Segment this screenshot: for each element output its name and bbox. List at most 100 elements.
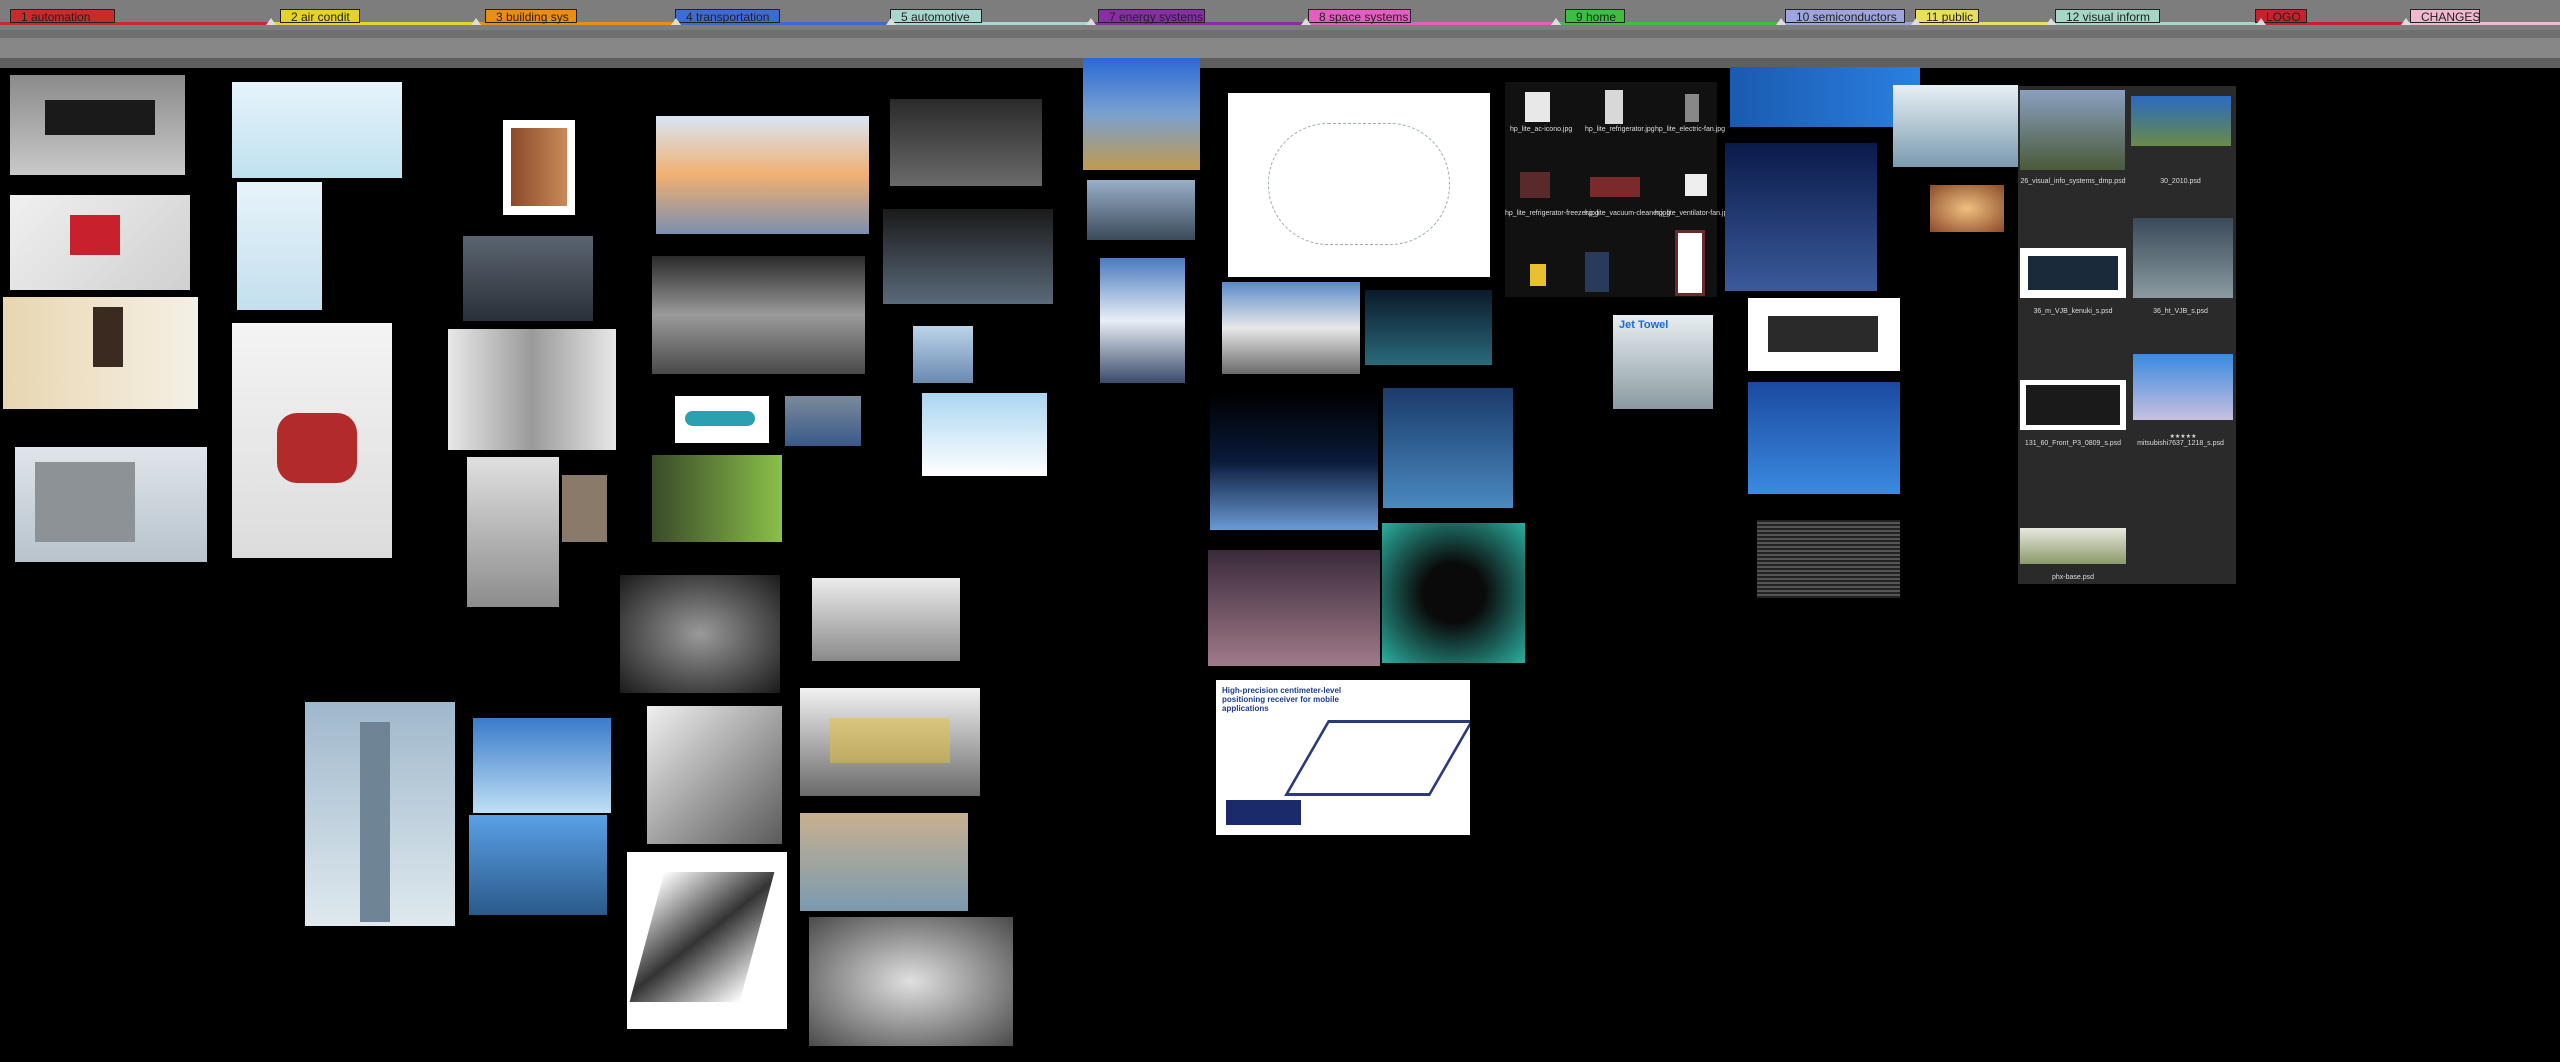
- space-mirror-image[interactable]: [1365, 290, 1492, 365]
- thumb-caption: phx-base.psd: [2051, 574, 2095, 581]
- test-chamber-image[interactable]: [1382, 523, 1525, 663]
- escalator-render-image[interactable]: [627, 852, 787, 1029]
- tab-home[interactable]: 9 home: [1565, 9, 1625, 24]
- positioning-receiver-doc[interactable]: High-precision centimeter-level position…: [1216, 680, 1470, 835]
- tab-building-sys[interactable]: 3 building sys: [485, 9, 577, 24]
- satellite-orbit-image[interactable]: [1210, 393, 1378, 530]
- category-tab-bar: 1 automation 2 air condit 3 building sys…: [0, 0, 2560, 30]
- thumb-caption: hp_lite_electric-fan.jpg: [1655, 126, 1726, 133]
- bullet-train-bw-image[interactable]: [652, 256, 865, 374]
- shinkansen-image[interactable]: [675, 396, 769, 443]
- marker-icon[interactable]: [1911, 18, 1921, 25]
- fridge-freezer-thumb[interactable]: [1520, 172, 1550, 198]
- phx-base-image[interactable]: [2020, 528, 2126, 564]
- space-network-diagram[interactable]: [1228, 93, 1490, 277]
- timeline-track-lower[interactable]: [0, 58, 2560, 68]
- tab-semiconductors[interactable]: 10 semiconductors: [1785, 9, 1905, 24]
- elevator-cabin-image[interactable]: [503, 120, 575, 215]
- car-driver-image[interactable]: [922, 393, 1047, 476]
- elevator-open-image[interactable]: [467, 457, 559, 607]
- marker-icon[interactable]: [266, 18, 276, 25]
- elevator-people-image[interactable]: [463, 236, 593, 321]
- hand-dryer-image[interactable]: Jet Towel: [1613, 315, 1713, 409]
- tab-energy-systems[interactable]: 7 energy systems: [1098, 9, 1205, 24]
- railway-speed-image[interactable]: [656, 116, 869, 234]
- tab-air-condit[interactable]: 2 air condit: [280, 9, 360, 24]
- tab-public[interactable]: 11 public: [1915, 9, 1979, 24]
- escalator-mechanism-image[interactable]: [800, 688, 980, 796]
- stadium-screen-image[interactable]: [2131, 96, 2231, 146]
- yellow-appliance-thumb[interactable]: [1530, 264, 1546, 286]
- marker-icon[interactable]: [1776, 18, 1786, 25]
- tab-transportation[interactable]: 4 transportation: [675, 9, 780, 24]
- ac-icon-thumb[interactable]: [1525, 92, 1550, 122]
- tab-visual-inform[interactable]: 12 visual inform: [2055, 9, 2160, 24]
- marker-icon[interactable]: [886, 18, 896, 25]
- data-sheet-image[interactable]: [1757, 520, 1900, 598]
- elevator-small-image[interactable]: [562, 475, 607, 542]
- solar-farm-image[interactable]: [1087, 180, 1195, 240]
- transformer-plant-image[interactable]: [15, 447, 207, 562]
- refrigerator-thumb[interactable]: [1605, 90, 1623, 124]
- factory-automation-diagram[interactable]: [10, 195, 190, 290]
- electric-fan-thumb[interactable]: [1685, 94, 1699, 122]
- spiral-escalator-dark-image[interactable]: [620, 575, 780, 693]
- wall-ac-unit-image[interactable]: [232, 82, 402, 178]
- stadium-fan-image[interactable]: [2020, 90, 2125, 170]
- space-station-image[interactable]: [1383, 388, 1513, 508]
- marker-icon[interactable]: [671, 18, 681, 25]
- rocket-launch-image[interactable]: [1222, 282, 1360, 374]
- wall-ac-side-image[interactable]: [237, 182, 322, 310]
- station-board-image[interactable]: [2133, 218, 2233, 298]
- car-touchscreen-image[interactable]: [883, 209, 1053, 304]
- thumb-caption: 26_visual_info_systems_dmp.psd: [2020, 178, 2126, 185]
- car-interior-image[interactable]: [890, 99, 1042, 186]
- marker-icon[interactable]: [1086, 18, 1096, 25]
- car-thumbnail-image[interactable]: [913, 326, 973, 383]
- robot-arms-image[interactable]: [10, 75, 185, 175]
- escalator-step-image[interactable]: [812, 578, 960, 661]
- circuit-board-image[interactable]: [1748, 382, 1900, 494]
- vacuum-thumb[interactable]: [1590, 177, 1640, 197]
- timeline-track[interactable]: [0, 38, 2560, 58]
- marker-icon[interactable]: [2401, 18, 2411, 25]
- train-passenger-image[interactable]: [652, 455, 782, 542]
- skyscraper-blue-sky-image[interactable]: [473, 718, 611, 813]
- building-facade-image[interactable]: [800, 813, 968, 911]
- display-board-image[interactable]: [2020, 248, 2126, 298]
- train-station-image[interactable]: [785, 396, 861, 446]
- marker-icon[interactable]: [2046, 18, 2056, 25]
- thumb-caption: 131_60_Front_P3_0809_s.psd: [2024, 440, 2122, 447]
- marker-icon[interactable]: [471, 18, 481, 25]
- city-skyline-image[interactable]: [469, 815, 607, 915]
- monitor-front-image[interactable]: [2020, 380, 2126, 430]
- child-tablet-image[interactable]: [1893, 85, 2018, 167]
- thumb-caption: hp_lite_refrigerator.jpg: [1585, 126, 1655, 133]
- tab-changes[interactable]: CHANGES: [2410, 9, 2480, 24]
- power-modules-image[interactable]: [1748, 298, 1900, 371]
- marker-icon[interactable]: [2256, 18, 2266, 25]
- tab-automation[interactable]: 1 automation: [10, 9, 115, 24]
- city-night-image[interactable]: [1725, 143, 1877, 291]
- spiral-escalator-image[interactable]: [809, 917, 1013, 1046]
- warm-light-image[interactable]: [1930, 185, 2004, 232]
- tall-fridge-thumb[interactable]: [1675, 230, 1705, 296]
- shanghai-tower-image[interactable]: [305, 702, 455, 926]
- tab-space-systems[interactable]: 8 space systems: [1308, 9, 1411, 24]
- billboard-image[interactable]: [2133, 354, 2233, 420]
- tab-automotive[interactable]: 5 automotive: [890, 9, 982, 24]
- marker-icon[interactable]: [1551, 18, 1561, 25]
- timeline-ruler[interactable]: [0, 30, 2560, 38]
- ventilator-thumb[interactable]: [1685, 174, 1707, 196]
- thumb-caption: hp_lite_refrigerator-freezer.jpg: [1505, 210, 1599, 217]
- dark-appliance-thumb[interactable]: [1585, 252, 1609, 292]
- solar-clouds-image[interactable]: [1100, 258, 1185, 383]
- marker-icon[interactable]: [1301, 18, 1311, 25]
- escalator-photo-image[interactable]: [647, 706, 782, 844]
- relaxing-man-ac-image[interactable]: [232, 323, 392, 558]
- telescope-image[interactable]: [1208, 550, 1380, 666]
- solar-panels-image[interactable]: [1083, 58, 1200, 170]
- workshop-worker-image[interactable]: [3, 297, 198, 409]
- elevator-doors-image[interactable]: [448, 329, 616, 450]
- chip-in-hand-image[interactable]: [1730, 67, 1920, 127]
